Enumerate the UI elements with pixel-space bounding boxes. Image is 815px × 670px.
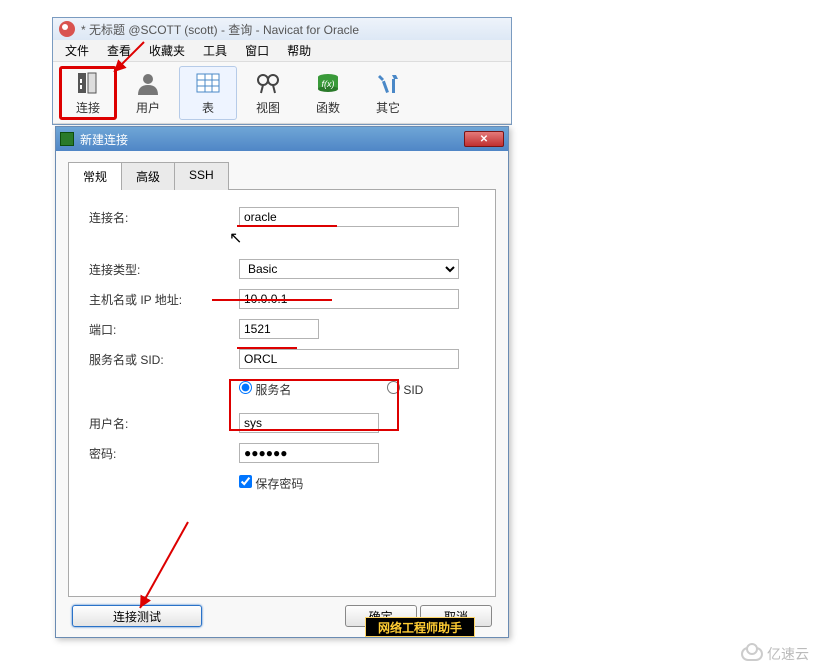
dialog-titlebar: 新建连接 ✕	[56, 127, 508, 151]
cursor-icon: ↖	[229, 228, 242, 248]
tab-general[interactable]: 常规	[68, 162, 122, 190]
watermark-banner: 网络工程师助手	[365, 617, 475, 637]
toolbar-user-label: 用户	[136, 99, 160, 116]
radio-sid-input[interactable]	[387, 381, 400, 394]
function-icon: f(x)	[312, 69, 344, 97]
toolbar-view-button[interactable]: 视图	[239, 66, 297, 120]
tabpanel-general: 连接名: ↖ 连接类型: Basic 主机名或 IP 地址: 端口:	[68, 190, 496, 597]
toolbar-view-label: 视图	[256, 99, 280, 116]
toolbar-table-button[interactable]: 表	[179, 66, 237, 120]
label-sid: 服务名或 SID:	[89, 351, 239, 368]
label-conn-type: 连接类型:	[89, 261, 239, 278]
tabstrip: 常规 高级 SSH	[68, 161, 496, 190]
radio-sid[interactable]: SID	[387, 381, 475, 397]
toolbar-other-label: 其它	[376, 99, 400, 116]
menu-file[interactable]: 文件	[57, 40, 97, 61]
label-port: 端口:	[89, 321, 239, 338]
radio-service[interactable]: 服务名	[239, 381, 327, 398]
input-port[interactable]	[239, 319, 319, 339]
input-sid[interactable]	[239, 349, 459, 369]
annotation-underline-2	[212, 299, 332, 301]
menu-favorites[interactable]: 收藏夹	[141, 40, 193, 61]
table-icon	[192, 69, 224, 97]
radio-service-input[interactable]	[239, 381, 252, 394]
watermark-brand-text: 亿速云	[767, 644, 809, 664]
window-title: * 无标题 @SCOTT (scott) - 查询 - Navicat for …	[81, 21, 359, 38]
label-conn-name: 连接名:	[89, 209, 239, 226]
tab-ssh[interactable]: SSH	[174, 162, 229, 190]
toolbar-connect-button[interactable]: 连接	[59, 66, 117, 120]
menu-view[interactable]: 查看	[99, 40, 139, 61]
toolbar-other-button[interactable]: 其它	[359, 66, 417, 120]
menubar: 文件 查看 收藏夹 工具 窗口 帮助	[53, 40, 511, 62]
toolbar-user-button[interactable]: 用户	[119, 66, 177, 120]
db-icon	[60, 132, 74, 146]
view-icon	[252, 69, 284, 97]
close-icon: ✕	[480, 134, 488, 145]
user-icon	[132, 69, 164, 97]
test-connection-button[interactable]: 连接测试	[72, 605, 202, 627]
toolbar-function-button[interactable]: f(x) 函数	[299, 66, 357, 120]
app-icon	[59, 21, 75, 37]
toolbar-table-label: 表	[202, 99, 214, 116]
new-connection-dialog: 新建连接 ✕ 常规 高级 SSH 连接名: ↖ 连接类型: Basic	[55, 126, 509, 638]
titlebar: * 无标题 @SCOTT (scott) - 查询 - Navicat for …	[53, 18, 511, 40]
main-window: * 无标题 @SCOTT (scott) - 查询 - Navicat for …	[52, 17, 512, 125]
plug-icon	[72, 69, 104, 97]
toolbar-function-label: 函数	[316, 99, 340, 116]
menu-window[interactable]: 窗口	[237, 40, 277, 61]
close-button[interactable]: ✕	[464, 131, 504, 147]
annotation-underline-1	[237, 225, 337, 227]
label-username: 用户名:	[89, 415, 239, 432]
checkbox-save-password-input[interactable]	[239, 475, 252, 488]
toolbar-connect-label: 连接	[76, 99, 100, 116]
tools-icon	[372, 69, 404, 97]
input-conn-name[interactable]	[239, 207, 459, 227]
select-conn-type[interactable]: Basic	[239, 259, 459, 279]
label-password: 密码:	[89, 445, 239, 462]
tab-advanced[interactable]: 高级	[121, 162, 175, 190]
cloud-icon	[741, 647, 763, 661]
toolbar: 连接 用户 表 视图 f(x) 函数	[53, 62, 511, 124]
svg-text:f(x): f(x)	[322, 79, 335, 89]
dialog-title: 新建连接	[80, 131, 128, 148]
checkbox-save-password[interactable]: 保存密码	[239, 475, 389, 492]
menu-tools[interactable]: 工具	[195, 40, 235, 61]
input-username[interactable]	[239, 413, 379, 433]
annotation-underline-3	[237, 347, 297, 349]
menu-help[interactable]: 帮助	[279, 40, 319, 61]
watermark-brand: 亿速云	[741, 644, 809, 664]
input-password[interactable]	[239, 443, 379, 463]
